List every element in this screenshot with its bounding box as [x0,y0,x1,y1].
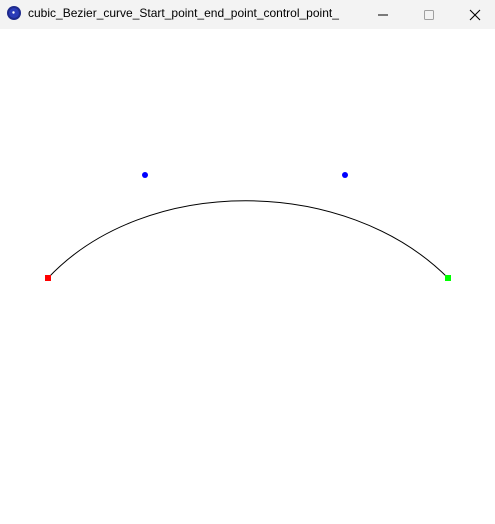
minimize-icon [378,14,388,15]
maximize-button[interactable] [406,0,452,29]
close-icon [469,9,481,20]
drawing-canvas[interactable] [0,29,495,524]
title-bar[interactable]: cubic_Bezier_curve_Start_point_end_point… [0,0,495,29]
window-title: cubic_Bezier_curve_Start_point_end_point… [28,6,339,20]
app-window: cubic_Bezier_curve_Start_point_end_point… [0,0,495,524]
start-point[interactable] [45,275,51,281]
end-point[interactable] [445,275,451,281]
maximize-icon [424,9,434,20]
control-point-2[interactable] [342,172,348,178]
bezier-curve [47,200,449,279]
control-point-1[interactable] [142,172,148,178]
close-button[interactable] [452,0,495,29]
processing-app-icon [7,6,21,20]
minimize-button[interactable] [360,0,406,29]
